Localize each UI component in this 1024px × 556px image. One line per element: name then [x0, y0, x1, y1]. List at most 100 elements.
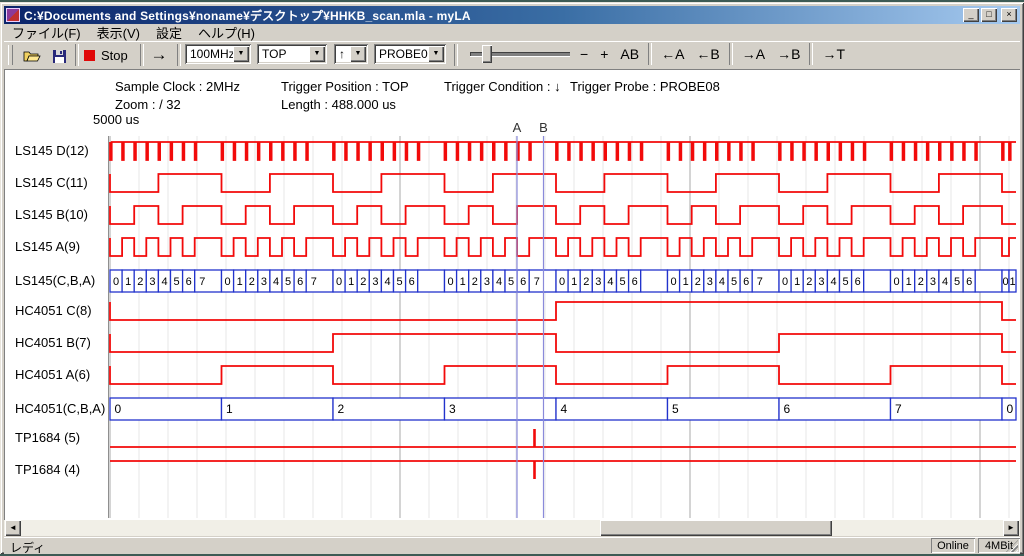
svg-text:3: 3 [930, 276, 936, 288]
svg-text:3: 3 [372, 276, 378, 288]
scrollbar-thumb[interactable] [600, 520, 832, 536]
svg-text:1: 1 [125, 276, 131, 288]
svg-text:7: 7 [311, 276, 317, 288]
svg-text:B: B [539, 120, 548, 135]
svg-text:7: 7 [895, 402, 902, 416]
dropdown-arrow-icon[interactable]: ▼ [428, 46, 444, 62]
trigger-edge-combo[interactable]: ↑ ▼ [334, 44, 368, 64]
svg-text:0: 0 [894, 276, 900, 288]
dropdown-arrow-icon[interactable]: ▼ [233, 46, 249, 62]
save-button[interactable] [48, 44, 71, 68]
svg-text:5: 5 [843, 276, 849, 288]
zoom-slider-thumb[interactable] [482, 45, 492, 63]
nav-button-[interactable]: + [594, 46, 614, 62]
cursor-a[interactable]: A [513, 120, 522, 518]
status-online-badge: Online [931, 538, 975, 553]
trigger-position-value: TOP [257, 47, 309, 61]
svg-text:2: 2 [806, 276, 812, 288]
svg-text:5: 5 [508, 276, 514, 288]
svg-text:0: 0 [671, 276, 677, 288]
svg-text:0: 0 [113, 276, 119, 288]
svg-text:6: 6 [520, 276, 526, 288]
open-button[interactable] [20, 44, 43, 68]
svg-text:0: 0 [559, 276, 565, 288]
nav-button-t[interactable]: →T [816, 46, 851, 62]
nav-button-[interactable]: − [574, 46, 594, 62]
nav-button-ab[interactable]: AB [614, 46, 645, 62]
svg-text:3: 3 [595, 276, 601, 288]
svg-text:2: 2 [338, 402, 345, 416]
svg-text:6: 6 [632, 276, 638, 288]
sample-clock-combo[interactable]: 100MHz ▼ [185, 44, 251, 64]
svg-text:4: 4 [273, 276, 279, 288]
waveform-canvas: 0123456701234567012345601234567012345601… [4, 69, 1020, 520]
svg-text:1: 1 [906, 276, 912, 288]
svg-text:5: 5 [285, 276, 291, 288]
svg-text:4: 4 [719, 276, 725, 288]
menu-item-2[interactable]: 設定 [148, 22, 190, 43]
svg-text:4: 4 [942, 276, 948, 288]
window-title: C:¥Documents and Settings¥noname¥デスクトップ¥… [24, 7, 471, 24]
svg-text:4: 4 [161, 276, 167, 288]
cursor-b[interactable]: B [539, 120, 548, 518]
svg-text:3: 3 [261, 276, 267, 288]
nav-button-b[interactable]: →B [771, 46, 806, 62]
svg-text:4: 4 [607, 276, 613, 288]
stop-label: Stop [101, 48, 128, 63]
run-button[interactable]: → [146, 43, 172, 67]
toolbar-separator [177, 44, 181, 66]
waveform-ls145-a-9 [110, 238, 1016, 256]
menu-bar: ファイル(F)表示(V)設定ヘルプ(H) [4, 24, 1020, 41]
svg-text:0: 0 [115, 402, 122, 416]
toolbar-separator [648, 43, 652, 65]
waveform-ls145-c-11 [110, 174, 1016, 192]
nav-button-group: −+AB ←A←B →A→B →T [574, 42, 851, 66]
svg-text:6: 6 [186, 276, 192, 288]
nav-button-a[interactable]: →A [736, 46, 771, 62]
svg-text:7: 7 [199, 276, 205, 288]
toolbar-grip [8, 45, 13, 65]
nav-button-a[interactable]: ←A [655, 46, 690, 62]
svg-text:0: 0 [782, 276, 788, 288]
svg-text:2: 2 [583, 276, 589, 288]
scroll-right-button[interactable]: ► [1003, 520, 1019, 536]
close-button[interactable]: × [1001, 8, 1017, 22]
waveform-tp1684-4 [110, 461, 1016, 479]
menu-item-1[interactable]: 表示(V) [89, 22, 148, 43]
svg-text:6: 6 [297, 276, 303, 288]
stop-button[interactable]: Stop [84, 43, 128, 67]
svg-text:A: A [513, 120, 522, 135]
maximize-button[interactable]: □ [981, 8, 997, 22]
nav-button-b[interactable]: ←B [690, 46, 725, 62]
menu-item-0[interactable]: ファイル(F) [4, 22, 89, 43]
scroll-left-button[interactable]: ◄ [5, 520, 21, 536]
menu-item-3[interactable]: ヘルプ(H) [190, 22, 263, 43]
horizontal-scrollbar[interactable]: ◄ ► [4, 520, 1020, 536]
svg-text:7: 7 [757, 276, 763, 288]
minimize-button[interactable]: _ [963, 8, 979, 22]
trigger-edge-value: ↑ [334, 47, 350, 61]
bus-hc4051-c-b-a: 012345670 [110, 398, 1016, 420]
svg-text:6: 6 [966, 276, 972, 288]
toolbar: Stop → 100MHz ▼ TOP ▼ ↑ ▼ PROBE00 ▼ −+AB… [4, 41, 1020, 70]
svg-text:2: 2 [918, 276, 924, 288]
svg-text:1: 1 [460, 276, 466, 288]
svg-text:5: 5 [954, 276, 960, 288]
svg-text:6: 6 [743, 276, 749, 288]
app-icon [6, 8, 20, 22]
svg-text:2: 2 [360, 276, 366, 288]
waveform-hc4051-c-8 [110, 302, 1016, 320]
dropdown-arrow-icon[interactable]: ▼ [350, 46, 366, 62]
svg-text:4: 4 [561, 402, 568, 416]
probe-combo[interactable]: PROBE00 ▼ [374, 44, 446, 64]
run-arrow-icon: → [151, 45, 168, 65]
svg-text:1: 1 [226, 402, 233, 416]
svg-text:1: 1 [683, 276, 689, 288]
trigger-position-combo[interactable]: TOP ▼ [257, 44, 327, 64]
svg-text:2: 2 [249, 276, 255, 288]
waveform-hc4051-a-6 [110, 366, 1016, 384]
svg-text:0: 0 [1007, 402, 1014, 416]
svg-text:3: 3 [818, 276, 824, 288]
svg-text:6: 6 [855, 276, 861, 288]
dropdown-arrow-icon[interactable]: ▼ [309, 46, 325, 62]
